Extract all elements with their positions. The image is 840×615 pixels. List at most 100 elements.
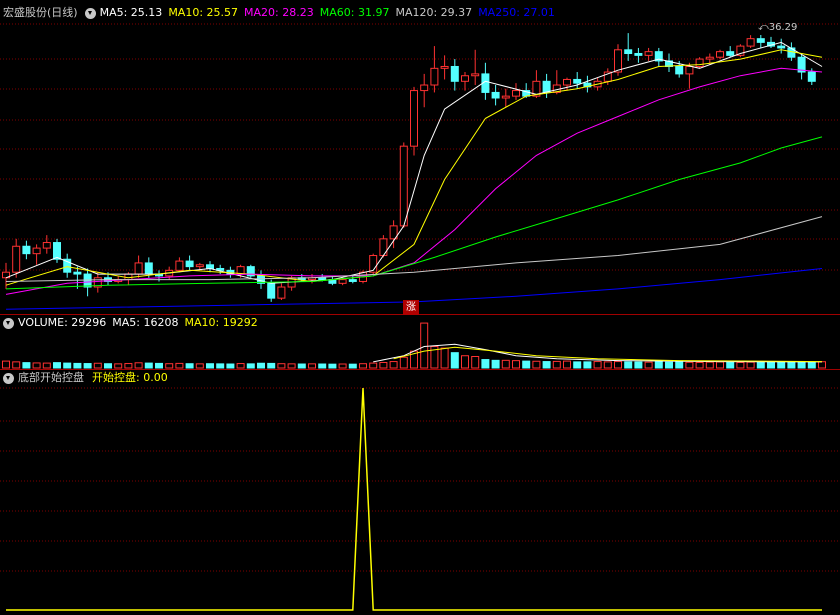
ma-labels: MA5: 25.13 MA10: 25.57 MA20: 28.23 MA60: 31… xyxy=(100,4,561,22)
volume-bar xyxy=(287,363,296,369)
candle xyxy=(450,59,459,91)
ma-label-5: MA250: 27.01 xyxy=(478,6,555,19)
candle xyxy=(32,244,41,265)
candle-body xyxy=(573,78,582,84)
candle-body xyxy=(42,242,51,249)
candle xyxy=(175,257,184,273)
volume-bar xyxy=(634,361,643,369)
volume-bar xyxy=(348,363,357,369)
candle-body xyxy=(563,78,571,86)
volume-bar xyxy=(522,360,531,369)
volume-bar xyxy=(420,322,429,369)
volume-bar xyxy=(226,363,235,369)
volume-bar xyxy=(83,363,92,369)
candle xyxy=(206,261,214,273)
volume-bar xyxy=(369,362,378,369)
volume-bar xyxy=(624,361,633,369)
candle xyxy=(756,34,765,48)
volume-bar xyxy=(695,361,704,369)
chevron-down-icon[interactable] xyxy=(84,7,96,19)
candle xyxy=(583,75,592,93)
candle xyxy=(634,47,643,63)
volume-bar xyxy=(675,361,684,369)
volume-bar xyxy=(736,361,745,369)
volume-bar xyxy=(165,363,174,369)
volume-bar xyxy=(267,362,276,369)
candle xyxy=(542,73,551,98)
candle xyxy=(665,53,673,73)
volume-bar xyxy=(603,361,612,369)
volume-bar xyxy=(481,359,490,369)
volume-labels: VOLUME: 29296 MA5: 16208 MA10: 19292 xyxy=(18,314,264,332)
volume-bar xyxy=(318,363,327,369)
volume-bar xyxy=(328,363,337,369)
volume-label-2: MA10: 19292 xyxy=(184,316,258,329)
candle-body xyxy=(614,49,622,73)
candle xyxy=(379,235,388,258)
candle xyxy=(491,85,500,106)
volume-bar xyxy=(114,363,123,369)
candle-body xyxy=(675,65,684,75)
volume-bar xyxy=(461,355,469,369)
candle-body xyxy=(807,71,816,82)
candle-body xyxy=(399,145,408,227)
candle-body xyxy=(318,277,327,281)
volume-label-0: VOLUME: 29296 xyxy=(18,316,107,329)
candle-body xyxy=(471,73,480,77)
candle-body xyxy=(746,38,755,47)
candle-body xyxy=(185,260,194,268)
candle xyxy=(63,253,72,278)
volume-bar xyxy=(93,362,102,369)
volume-bar xyxy=(593,361,602,369)
candle-body xyxy=(644,51,653,56)
volume-bar xyxy=(175,362,184,369)
candle-body xyxy=(440,65,449,69)
candle xyxy=(42,235,51,254)
candle-body xyxy=(430,67,439,86)
price-panel-header: 宏盛股份(日线) MA5: 25.13 MA10: 25.57 MA20: 28.2… xyxy=(0,4,561,22)
volume-bar xyxy=(644,361,653,369)
ma-label-4: MA120: 29.37 xyxy=(395,6,473,19)
candle xyxy=(624,33,633,61)
candle-body xyxy=(624,49,633,55)
ma-label-2: MA20: 28.23 xyxy=(244,6,314,19)
volume-bar xyxy=(144,362,153,369)
candle-body xyxy=(716,51,724,58)
candle xyxy=(654,47,663,67)
candle-body xyxy=(450,65,459,82)
volume-bar xyxy=(726,361,735,369)
ma10-line xyxy=(5,49,823,286)
volume-bar xyxy=(12,361,21,369)
candle xyxy=(461,72,469,91)
candle-body xyxy=(726,51,735,56)
volume-bar xyxy=(185,363,194,369)
grid-lines xyxy=(0,23,840,572)
candle-body xyxy=(134,262,143,275)
volume-bar xyxy=(501,359,510,369)
candle-body xyxy=(501,95,510,99)
volume-bar xyxy=(32,362,41,369)
volume-bar xyxy=(532,360,541,369)
candle xyxy=(277,283,286,300)
candle-body xyxy=(12,245,21,273)
candle xyxy=(93,272,102,293)
volume-bar xyxy=(756,361,765,369)
volume-bar xyxy=(542,361,551,369)
stock-title: 宏盛股份(日线) xyxy=(3,6,78,19)
candle xyxy=(471,49,480,86)
volume-bar xyxy=(450,352,459,369)
candle-body xyxy=(124,273,133,281)
ma120-line xyxy=(5,216,823,282)
chevron-down-icon[interactable] xyxy=(3,317,14,329)
volume-bar xyxy=(2,360,10,369)
volume-bar xyxy=(787,361,796,369)
volume-bar xyxy=(206,363,214,369)
volume-bar xyxy=(573,361,582,369)
candle xyxy=(348,275,357,284)
chevron-down-icon[interactable] xyxy=(3,372,14,384)
rise-badge[interactable]: 涨 xyxy=(403,300,419,315)
candle-body xyxy=(705,56,714,60)
candle xyxy=(53,238,61,263)
candle xyxy=(512,83,520,100)
candle-body xyxy=(144,262,153,275)
